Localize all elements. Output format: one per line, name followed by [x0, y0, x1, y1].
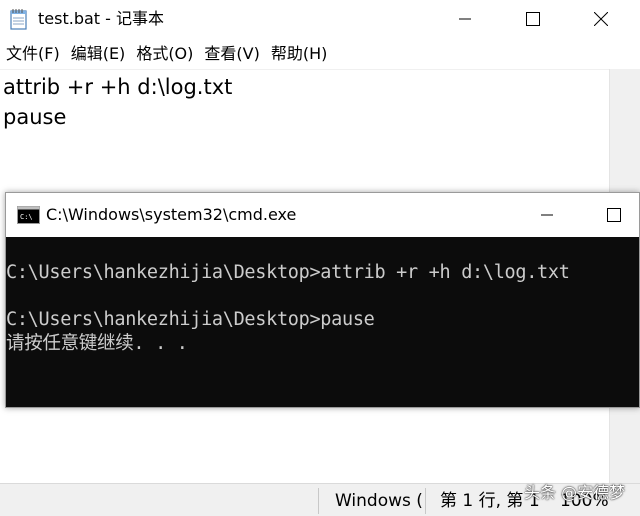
- notepad-icon: [9, 8, 29, 30]
- notepad-minimize-button[interactable]: [442, 0, 488, 38]
- cmd-output-line: C:\Users\hankezhijia\Desktop>attrib +r +…: [6, 262, 570, 283]
- status-encoding: Windows (: [335, 491, 423, 511]
- notepad-maximize-button[interactable]: [510, 0, 556, 38]
- watermark: 头条 @安德梦: [524, 483, 626, 502]
- cmd-icon: C:\: [17, 206, 40, 224]
- status-separator: [318, 488, 319, 514]
- menu-file[interactable]: 文件(F): [0, 40, 65, 68]
- maximize-icon: [526, 12, 540, 26]
- maximize-icon: [607, 208, 621, 222]
- menu-edit[interactable]: 编辑(E): [66, 40, 131, 68]
- status-separator: [425, 488, 426, 514]
- notepad-titlebar[interactable]: test.bat - 记事本: [0, 0, 640, 38]
- cmd-window: C:\ C:\Windows\system32\cmd.exe C:\Users…: [5, 192, 640, 408]
- notepad-text-line: attrib +r +h d:\log.txt: [3, 75, 233, 99]
- svg-text:C:\: C:\: [20, 213, 33, 221]
- cmd-minimize-button[interactable]: [524, 193, 570, 237]
- minimize-icon: [459, 18, 471, 20]
- cmd-titlebar[interactable]: C:\ C:\Windows\system32\cmd.exe: [6, 193, 639, 237]
- menu-view[interactable]: 查看(V): [199, 40, 264, 68]
- menu-format[interactable]: 格式(O): [131, 40, 198, 68]
- cmd-output-line: C:\Users\hankezhijia\Desktop>pause: [6, 309, 375, 330]
- minimize-icon: [541, 214, 553, 216]
- menu-help[interactable]: 帮助(H): [266, 40, 333, 68]
- close-icon: [594, 12, 608, 26]
- notepad-text-line: pause: [3, 105, 67, 129]
- notepad-menubar: 文件(F) 编辑(E) 格式(O) 查看(V) 帮助(H): [0, 40, 333, 68]
- cmd-maximize-button[interactable]: [591, 193, 637, 237]
- cmd-title: C:\Windows\system32\cmd.exe: [46, 205, 297, 224]
- notepad-close-button[interactable]: [578, 0, 624, 38]
- cmd-console-output[interactable]: C:\Users\hankezhijia\Desktop>attrib +r +…: [6, 237, 639, 407]
- notepad-title: test.bat - 记事本: [38, 9, 164, 28]
- cmd-output-line: 请按任意键继续. . .: [6, 333, 188, 354]
